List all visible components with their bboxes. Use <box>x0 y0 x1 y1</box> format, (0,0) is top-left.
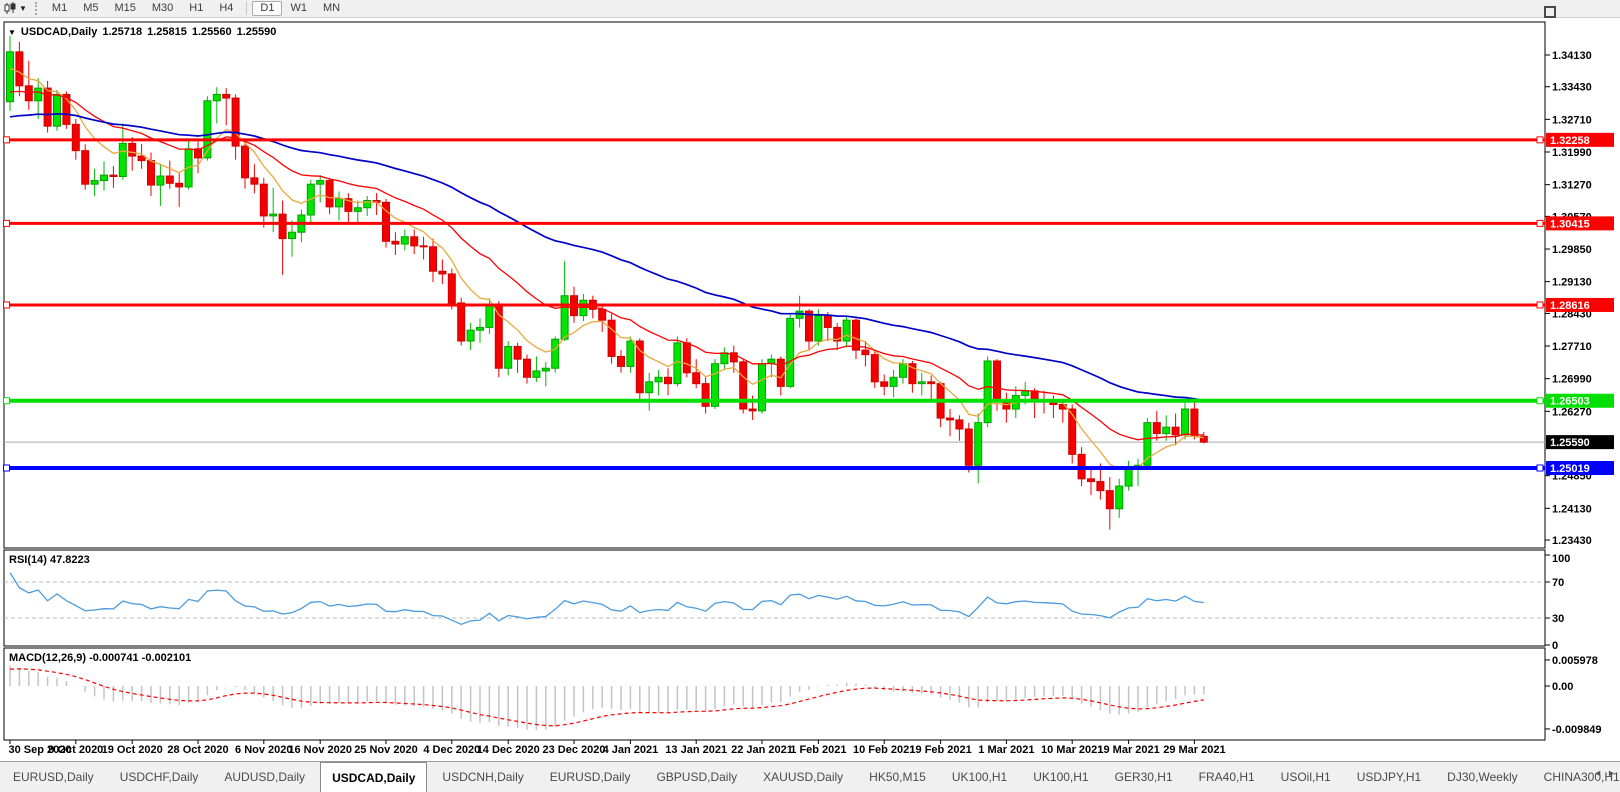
period-buttons: M1 M5 M15 M30 H1 H4 D1 W1 MN <box>44 1 348 16</box>
chart-symbol-label: USDCAD,Daily <box>20 26 98 38</box>
ohlc-open: 1.25718 <box>102 26 143 38</box>
tab-ger30-h1[interactable]: GER30,H1 <box>1104 763 1184 791</box>
svg-text:10 Mar 2021: 10 Mar 2021 <box>1041 744 1103 756</box>
svg-text:1.26270: 1.26270 <box>1552 406 1592 418</box>
svg-text:14 Dec 2020: 14 Dec 2020 <box>477 744 540 756</box>
svg-text:1.25590: 1.25590 <box>1550 437 1590 449</box>
chart-window-icon[interactable] <box>1544 6 1556 18</box>
svg-text:9 Oct 2020: 9 Oct 2020 <box>48 744 103 756</box>
svg-text:22 Jan 2021: 22 Jan 2021 <box>731 744 793 756</box>
svg-text:25 Nov 2020: 25 Nov 2020 <box>354 744 418 756</box>
svg-text:1.33430: 1.33430 <box>1552 82 1592 94</box>
svg-text:30: 30 <box>1552 613 1564 625</box>
svg-text:19 Feb 2021: 19 Feb 2021 <box>909 744 971 756</box>
toolbar-separator <box>246 2 248 15</box>
tab-usoil-h1[interactable]: USOil,H1 <box>1270 763 1342 791</box>
period-button-mn[interactable]: MN <box>315 1 348 16</box>
tab-uk100-h1[interactable]: UK100,H1 <box>941 763 1018 791</box>
svg-text:1.23430: 1.23430 <box>1552 535 1592 547</box>
ohlc-close: 1.25590 <box>236 26 277 38</box>
period-button-w1[interactable]: W1 <box>282 1 315 16</box>
tab-gbpusd-daily[interactable]: GBPUSD,Daily <box>645 763 748 791</box>
tab-usdcad-daily[interactable]: USDCAD,Daily <box>320 762 428 792</box>
tab-scroll-right-icon[interactable]: ► <box>1607 768 1616 778</box>
period-button-m5[interactable]: M5 <box>75 1 106 16</box>
chart-canvas[interactable]: 1.341301.334301.327101.319901.312701.305… <box>0 0 1620 761</box>
svg-text:28 Oct 2020: 28 Oct 2020 <box>167 744 228 756</box>
svg-text:4 Dec 2020: 4 Dec 2020 <box>423 744 480 756</box>
date-axis[interactable]: 30 Sep 20209 Oct 202019 Oct 2020 28 Oct 2… <box>9 740 1226 756</box>
tab-audusd-daily[interactable]: AUDUSD,Daily <box>213 763 316 791</box>
tab-usdjpy-h1[interactable]: USDJPY,H1 <box>1346 763 1432 791</box>
svg-text:1.27710: 1.27710 <box>1552 341 1592 353</box>
svg-text:10 Feb 2021: 10 Feb 2021 <box>853 744 915 756</box>
period-button-h1[interactable]: H1 <box>181 1 211 16</box>
svg-text:29 Mar 2021: 29 Mar 2021 <box>1163 744 1225 756</box>
ohlc-low: 1.25560 <box>191 26 232 38</box>
tab-xauusd-daily[interactable]: XAUUSD,Daily <box>752 763 854 791</box>
svg-text:1.24130: 1.24130 <box>1552 503 1592 515</box>
chart-type-dropdown-icon[interactable]: ▼ <box>19 4 27 13</box>
svg-text:1.30415: 1.30415 <box>1550 218 1590 230</box>
svg-text:1.32710: 1.32710 <box>1552 114 1592 126</box>
svg-text:1.26503: 1.26503 <box>1550 396 1590 408</box>
svg-text:1.25019: 1.25019 <box>1550 463 1590 475</box>
mt4-window: { "toolbar": { "chart_type_icon": "candl… <box>0 0 1620 792</box>
toolbar: ▼ M1 M5 M15 M30 H1 H4 D1 W1 MN <box>0 0 1620 18</box>
symbol-dropdown-icon[interactable]: ▼ <box>8 28 16 37</box>
tab-uk100-h1[interactable]: UK100,H1 <box>1022 763 1099 791</box>
rsi-label: RSI(14) 47.8223 <box>9 554 90 566</box>
chart-type-icon[interactable] <box>3 2 17 15</box>
svg-text:23 Dec 2020: 23 Dec 2020 <box>543 744 606 756</box>
ohlc-high: 1.25815 <box>147 26 187 38</box>
svg-text:1.28616: 1.28616 <box>1550 300 1590 312</box>
tab-fra40-h1[interactable]: FRA40,H1 <box>1188 763 1266 791</box>
svg-text:-0.009849: -0.009849 <box>1552 724 1602 736</box>
tab-dj30-weekly[interactable]: DJ30,Weekly <box>1436 763 1528 791</box>
svg-text:19 Oct 2020: 19 Oct 2020 <box>102 744 163 756</box>
tab-hk50-m15[interactable]: HK50,M15 <box>858 763 937 791</box>
svg-text:1 Feb 2021: 1 Feb 2021 <box>790 744 846 756</box>
period-button-m1[interactable]: M1 <box>44 1 75 16</box>
svg-text:1.29850: 1.29850 <box>1552 244 1592 256</box>
svg-text:1.31270: 1.31270 <box>1552 180 1592 192</box>
macd-label: MACD(12,26,9) -0.000741 -0.002101 <box>9 652 192 664</box>
tab-eurusd-daily[interactable]: EURUSD,Daily <box>2 763 105 791</box>
svg-text:19 Mar 2021: 19 Mar 2021 <box>1097 744 1159 756</box>
svg-text:4 Jan 2021: 4 Jan 2021 <box>603 744 659 756</box>
price-axis[interactable]: 1.341301.334301.327101.319901.312701.305… <box>1536 50 1614 547</box>
svg-text:1.32258: 1.32258 <box>1550 135 1590 147</box>
svg-text:6 Nov 2020: 6 Nov 2020 <box>235 744 292 756</box>
period-button-m30[interactable]: M30 <box>144 1 181 16</box>
tab-scroll-arrows: ◄ ► <box>1593 768 1616 778</box>
svg-text:100: 100 <box>1552 553 1570 565</box>
tab-usdchf-daily[interactable]: USDCHF,Daily <box>109 763 210 791</box>
rsi-panel[interactable] <box>3 549 1546 647</box>
svg-text:70: 70 <box>1552 577 1564 589</box>
svg-text:16 Nov 2020: 16 Nov 2020 <box>288 744 352 756</box>
period-button-m15[interactable]: M15 <box>106 1 143 16</box>
svg-text:13 Jan 2021: 13 Jan 2021 <box>665 744 727 756</box>
svg-text:0.005978: 0.005978 <box>1552 655 1598 667</box>
candlestick-chart-icon <box>4 2 16 14</box>
svg-text:0.00: 0.00 <box>1552 681 1573 693</box>
svg-text:1.26990: 1.26990 <box>1552 374 1592 386</box>
svg-text:0: 0 <box>1552 640 1558 652</box>
period-button-d1[interactable]: D1 <box>252 1 283 16</box>
svg-text:1.31990: 1.31990 <box>1552 147 1592 159</box>
tab-usdcnh-daily[interactable]: USDCNH,Daily <box>431 763 534 791</box>
tab-scroll-left-icon[interactable]: ◄ <box>1593 768 1602 778</box>
svg-text:1.29130: 1.29130 <box>1552 277 1592 289</box>
svg-text:1.34130: 1.34130 <box>1552 50 1592 62</box>
symbol-tabs: EURUSD,Daily USDCHF,Daily AUDUSD,Daily USDC… <box>0 761 1620 792</box>
chart-title: ▼ USDCAD,Daily 1.25718 1.25815 1.25560 1… <box>8 26 276 38</box>
toolbar-grip[interactable] <box>34 2 37 15</box>
svg-text:1 Mar 2021: 1 Mar 2021 <box>978 744 1034 756</box>
period-button-h4[interactable]: H4 <box>211 1 241 16</box>
tab-eurusd-daily[interactable]: EURUSD,Daily <box>539 763 642 791</box>
macd-panel[interactable] <box>3 647 1546 741</box>
